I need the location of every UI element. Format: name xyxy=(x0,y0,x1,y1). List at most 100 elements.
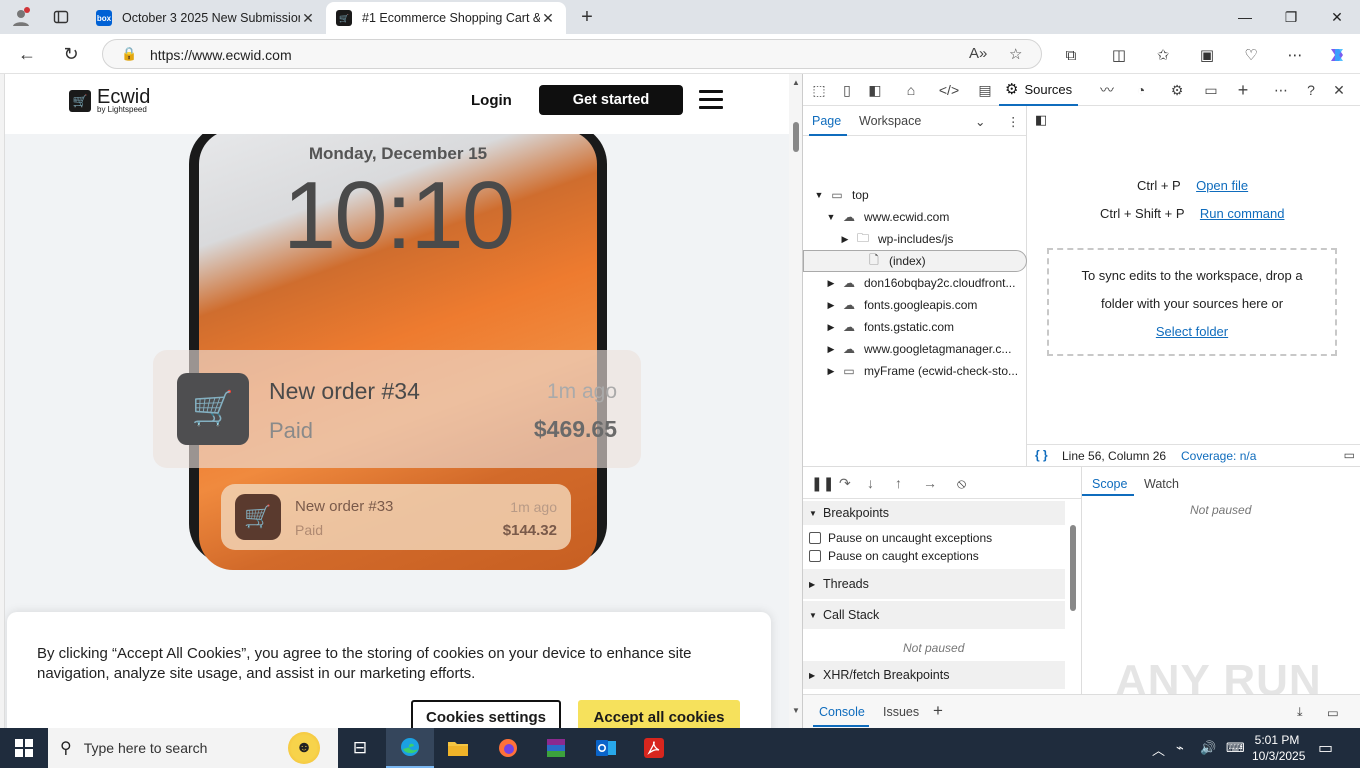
taskbar-clock[interactable]: 5:01 PM 10/3/2025 xyxy=(1252,732,1305,764)
tab-box-submission[interactable]: box October 3 2025 New Submission ✕ xyxy=(86,2,326,34)
close-window-icon[interactable]: ✕ xyxy=(1314,0,1360,34)
pause-uncaught-option[interactable]: Pause on uncaught exceptions xyxy=(809,531,992,545)
lock-icon[interactable]: 🔒 xyxy=(121,46,137,62)
url-text[interactable]: https://www.ecwid.com xyxy=(150,47,292,63)
pause-icon[interactable]: ❚❚ xyxy=(811,475,834,492)
browser-essentials-icon[interactable]: ♡ xyxy=(1240,44,1262,66)
acrobat-icon[interactable] xyxy=(630,728,678,768)
close-tab-icon[interactable]: ✕ xyxy=(300,10,316,27)
get-started-button[interactable]: Get started xyxy=(539,85,683,115)
close-devtools-icon[interactable]: ✕ xyxy=(1329,81,1349,99)
tab-watch[interactable]: Watch xyxy=(1144,477,1179,491)
network-icon[interactable]: ⌁ xyxy=(1176,740,1184,756)
network-wifi-icon[interactable]: 〰 xyxy=(1097,81,1117,99)
accept-all-cookies-button[interactable]: Accept all cookies xyxy=(578,700,740,728)
notification-center-icon[interactable]: ▭ xyxy=(1318,738,1333,758)
copilot-icon[interactable] xyxy=(1326,44,1348,66)
devtools-more-icon[interactable]: ⋯ xyxy=(1271,81,1291,99)
dock-sidebar-icon[interactable]: ◧ xyxy=(865,81,885,99)
performance-icon[interactable]: ◔ xyxy=(1131,81,1151,99)
scroll-up-arrow-icon[interactable]: ▲ xyxy=(792,78,800,87)
refresh-icon[interactable]: ↻ xyxy=(58,42,84,66)
help-icon[interactable]: ? xyxy=(1301,81,1321,99)
volume-icon[interactable]: 🔊 xyxy=(1200,740,1216,756)
profile-icon[interactable] xyxy=(10,6,32,28)
language-icon[interactable]: ⌨ xyxy=(1226,740,1245,756)
threads-section[interactable]: ▶ Threads xyxy=(803,569,1065,599)
debugger-scrollbar[interactable] xyxy=(1067,503,1079,693)
restore-icon[interactable]: ❐ xyxy=(1268,0,1314,34)
more-menu-icon[interactable]: ⋯ xyxy=(1284,44,1306,66)
tab-ecwid[interactable]: 🛒 #1 Ecommerce Shopping Cart & O ✕ xyxy=(326,2,566,34)
tab-issues[interactable]: Issues xyxy=(883,705,919,719)
back-icon[interactable]: ← xyxy=(14,42,40,66)
collapsed-triangle-icon[interactable]: ▶ xyxy=(839,234,851,245)
minimize-icon[interactable]: — xyxy=(1222,0,1268,34)
tree-item[interactable]: ▼ ☁ www.ecwid.com xyxy=(803,206,1027,228)
breakpoints-section[interactable]: ▼ Breakpoints xyxy=(803,501,1065,525)
scrollbar-thumb[interactable] xyxy=(1070,525,1076,611)
checkbox[interactable] xyxy=(809,550,821,562)
collections-icon[interactable]: ▣ xyxy=(1196,44,1218,66)
console-icon[interactable]: ▤ xyxy=(975,81,995,99)
new-tab-icon[interactable]: + xyxy=(576,6,598,28)
screenshot-icon[interactable]: ▭ xyxy=(1344,448,1355,462)
address-bar[interactable]: 🔒 https://www.ecwid.com A» ☆ xyxy=(102,39,1042,69)
expanded-triangle-icon[interactable]: ▼ xyxy=(825,212,837,222)
tab-actions-icon[interactable] xyxy=(50,6,72,28)
inspect-element-icon[interactable]: ⬚ xyxy=(809,81,829,99)
winrar-icon[interactable] xyxy=(532,728,580,768)
tree-item[interactable]: ▶ ☁ don16obqbay2c.cloudfront... xyxy=(803,272,1027,294)
step-icon[interactable]: → xyxy=(923,475,937,491)
device-emulation-icon[interactable]: ▯ xyxy=(837,81,857,99)
close-tab-icon[interactable]: ✕ xyxy=(540,10,556,27)
chevron-down-icon[interactable]: ⌄ xyxy=(975,114,985,129)
xhr-breakpoints-section[interactable]: ▶ XHR/fetch Breakpoints xyxy=(803,661,1065,689)
select-folder-link[interactable]: Select folder xyxy=(1049,318,1335,346)
scrollbar-thumb[interactable] xyxy=(793,122,799,152)
read-aloud-icon[interactable]: A» xyxy=(969,45,987,62)
workspace-drop-zone[interactable]: To sync edits to the workspace, drop a f… xyxy=(1047,248,1337,356)
collapsed-triangle-icon[interactable]: ▶ xyxy=(825,278,837,289)
step-out-icon[interactable]: ↑ xyxy=(895,475,902,491)
welcome-home-icon[interactable]: ⌂ xyxy=(901,81,921,99)
show-hidden-icons-chevron-icon[interactable]: ︿ xyxy=(1152,740,1165,759)
toggle-navigator-icon[interactable]: ◧ xyxy=(1035,112,1047,128)
favorite-star-icon[interactable]: ☆ xyxy=(1009,45,1022,63)
collapsed-triangle-icon[interactable]: ▶ xyxy=(825,300,837,311)
call-stack-section[interactable]: ▼ Call Stack xyxy=(803,601,1065,629)
step-into-icon[interactable]: ↓ xyxy=(867,475,874,491)
collapsed-triangle-icon[interactable]: ▶ xyxy=(825,366,837,377)
tree-item[interactable]: ▶ ☁ www.googletagmanager.c... xyxy=(803,338,1027,360)
add-drawer-tab-icon[interactable]: + xyxy=(933,701,943,721)
close-drawer-icon[interactable]: ▭ xyxy=(1327,705,1339,720)
navigator-more-icon[interactable]: ⋮ xyxy=(1007,114,1020,129)
open-file-link[interactable]: Open file xyxy=(1196,178,1248,193)
checkbox[interactable] xyxy=(809,532,821,544)
windows-start-icon[interactable] xyxy=(0,728,48,768)
collapsed-triangle-icon[interactable]: ▶ xyxy=(825,322,837,333)
hamburger-menu-icon[interactable] xyxy=(699,90,723,110)
favorites-icon[interactable]: ✩ xyxy=(1152,44,1174,66)
tree-item[interactable]: ▶ ☁ fonts.googleapis.com xyxy=(803,294,1027,316)
dock-drawer-icon[interactable]: ⤓ xyxy=(1297,705,1303,720)
deactivate-breakpoints-icon[interactable]: ⦸ xyxy=(957,475,966,492)
scroll-down-arrow-icon[interactable]: ▼ xyxy=(792,706,800,715)
outlook-icon[interactable] xyxy=(582,728,630,768)
memory-gear-icon[interactable]: ⚙ xyxy=(1167,81,1187,99)
file-explorer-icon[interactable] xyxy=(434,728,482,768)
split-screen-icon[interactable]: ◫ xyxy=(1108,44,1130,66)
tree-item[interactable]: ▶ ▭ myFrame (ecwid-check-sto... xyxy=(803,360,1027,382)
tree-item[interactable]: ▼ ▭ top xyxy=(803,184,1027,206)
tab-sources[interactable]: ⚙ Sources xyxy=(999,74,1079,106)
step-over-icon[interactable]: ↷ xyxy=(839,475,851,492)
tree-item[interactable]: ▶ 🗀 wp-includes/js xyxy=(803,228,1027,250)
edge-icon[interactable] xyxy=(386,728,434,768)
cookies-settings-button[interactable]: Cookies settings xyxy=(411,700,561,728)
tab-workspace[interactable]: Workspace xyxy=(859,114,921,128)
weather-sun-icon[interactable]: ☻ xyxy=(288,732,320,764)
tree-item[interactable]: 🗋 (index) xyxy=(803,250,1027,272)
tree-item[interactable]: ▶ ☁ fonts.gstatic.com xyxy=(803,316,1027,338)
login-link[interactable]: Login xyxy=(471,92,512,109)
tab-console[interactable]: Console xyxy=(819,705,865,719)
